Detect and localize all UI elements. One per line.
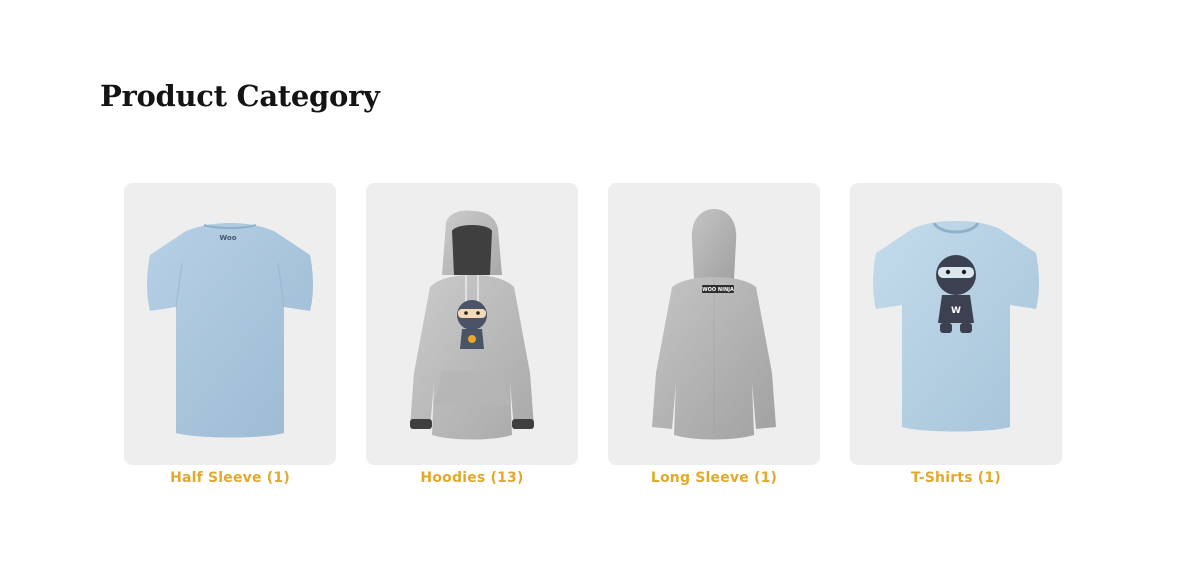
hoodie-ninja-front-icon (410, 210, 534, 440)
category-label-hoodies[interactable]: Hoodies (13) (420, 469, 523, 487)
page-title: Product Category (100, 79, 380, 113)
category-grid: Woo Half Sleeve (1) Hoodies (13) WOO NIN… (124, 183, 1062, 487)
category-image-long-sleeve[interactable]: WOO NINJA (608, 183, 820, 465)
ninja-w-letter: W (951, 306, 961, 316)
hoodie-back-icon: WOO NINJA (652, 209, 776, 440)
category-image-hoodies[interactable] (366, 183, 578, 465)
category-label-tshirts[interactable]: T-Shirts (1) (911, 469, 1001, 487)
product-category-section: Product Category Woo Half Sleeve (1) Hoo… (0, 0, 1193, 568)
category-label-half-sleeve[interactable]: Half Sleeve (1) (170, 469, 290, 487)
category-image-tshirts[interactable]: W (850, 183, 1062, 465)
woo-ninja-logo-text: WOO NINJA (702, 287, 734, 293)
woo-logo-text: Woo (219, 234, 236, 242)
category-card-half-sleeve[interactable]: Woo Half Sleeve (1) (124, 183, 336, 487)
half-sleeve-tshirt-back-icon: Woo (147, 223, 313, 438)
category-card-tshirts[interactable]: W T-Shirts (1) (850, 183, 1062, 487)
category-label-long-sleeve[interactable]: Long Sleeve (1) (651, 469, 777, 487)
category-card-hoodies[interactable]: Hoodies (13) (366, 183, 578, 487)
category-card-long-sleeve[interactable]: WOO NINJA Long Sleeve (1) (608, 183, 820, 487)
tshirt-ninja-front-icon: W (873, 221, 1039, 432)
category-image-half-sleeve[interactable]: Woo (124, 183, 336, 465)
